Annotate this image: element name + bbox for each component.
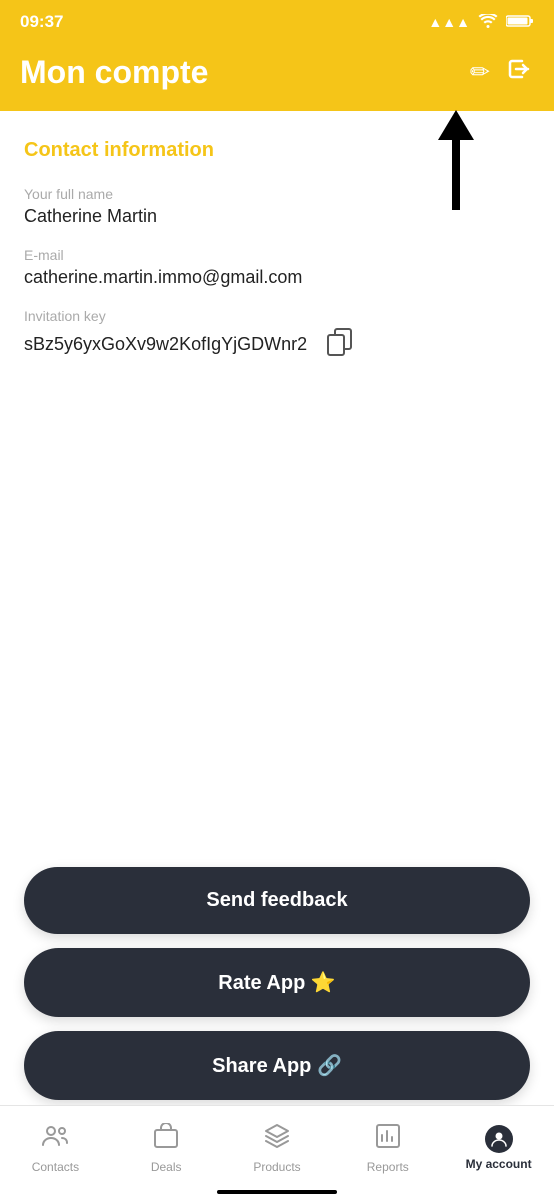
deals-label: Deals <box>151 1160 182 1174</box>
rate-app-button[interactable]: Rate App ⭐ <box>24 948 530 1017</box>
products-label: Products <box>253 1160 300 1174</box>
nav-products[interactable]: Products <box>222 1123 333 1174</box>
my-account-label: My account <box>466 1157 532 1171</box>
deals-icon <box>153 1123 179 1156</box>
contacts-icon <box>41 1123 69 1156</box>
signal-icon: ▲▲▲ <box>428 14 470 30</box>
arrow-head <box>438 110 474 140</box>
header: Mon compte ✏ <box>0 44 554 111</box>
share-app-button[interactable]: Share App 🔗 <box>24 1031 530 1100</box>
home-indicator <box>217 1190 337 1194</box>
email-label: E-mail <box>24 247 530 263</box>
battery-icon <box>506 14 534 31</box>
nav-reports[interactable]: Reports <box>332 1123 443 1174</box>
send-feedback-button[interactable]: Send feedback <box>24 867 530 934</box>
wifi-icon <box>478 14 498 31</box>
nav-my-account[interactable]: My account <box>443 1125 554 1171</box>
status-icons: ▲▲▲ <box>428 14 534 31</box>
header-actions: ✏ <box>470 55 534 90</box>
contacts-label: Contacts <box>32 1160 79 1174</box>
nav-deals[interactable]: Deals <box>111 1123 222 1174</box>
bottom-nav: Contacts Deals Products Reports <box>0 1105 554 1200</box>
status-time: 09:37 <box>20 12 63 32</box>
invitation-row: sBz5y6yxGoXv9w2KofIgYjGDWnr2 <box>24 328 530 361</box>
logout-icon[interactable] <box>506 55 534 90</box>
invitation-key-field: Invitation key sBz5y6yxGoXv9w2KofIgYjGDW… <box>24 308 530 361</box>
action-buttons: Send feedback Rate App ⭐ Share App 🔗 <box>24 867 530 1100</box>
reports-icon <box>375 1123 401 1156</box>
invitation-key-label: Invitation key <box>24 308 530 324</box>
edit-icon[interactable]: ✏ <box>470 58 490 87</box>
nav-contacts[interactable]: Contacts <box>0 1123 111 1174</box>
copy-button[interactable] <box>327 328 353 361</box>
reports-label: Reports <box>367 1160 409 1174</box>
my-account-avatar <box>485 1125 513 1153</box>
products-icon <box>264 1123 290 1156</box>
arrow-annotation <box>438 110 474 210</box>
email-value: catherine.martin.immo@gmail.com <box>24 267 530 288</box>
email-field: E-mail catherine.martin.immo@gmail.com <box>24 247 530 288</box>
page-title: Mon compte <box>20 54 208 91</box>
invitation-key-value: sBz5y6yxGoXv9w2KofIgYjGDWnr2 <box>24 334 307 355</box>
arrow-shaft <box>452 140 460 210</box>
status-bar: 09:37 ▲▲▲ <box>0 0 554 44</box>
